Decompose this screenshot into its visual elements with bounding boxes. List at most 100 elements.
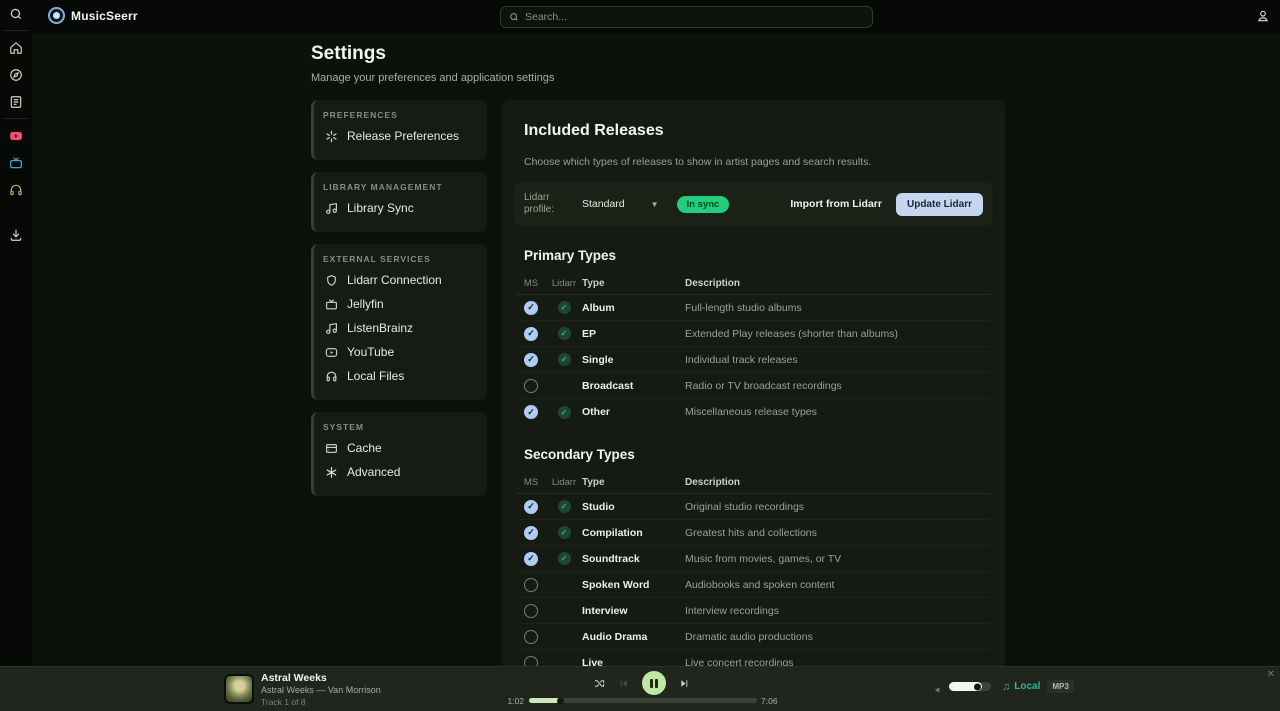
library-icon[interactable] [0,88,32,115]
ms-checkbox[interactable] [524,379,538,393]
panel-title: Included Releases [524,122,993,140]
logo-icon [48,7,65,24]
user-icon[interactable] [1256,9,1270,28]
app-logo[interactable]: MusicSeerr [48,7,138,24]
ms-checkbox[interactable]: ✓ [524,405,538,419]
table-row: Interview Interview recordings [516,598,991,624]
search-bar[interactable] [500,6,873,28]
secondary-types-table: MS Lidarr Type Description ✓ ✓ Studio Or… [516,472,991,666]
update-lidarr-button[interactable]: Update Lidarr [896,193,983,216]
format-badge: MP3 [1047,680,1073,693]
type-label: Studio [582,501,685,513]
tv-icon[interactable] [0,149,32,176]
settings-nav-item-local-files[interactable]: Local Files [323,364,475,388]
download-icon[interactable] [0,221,32,248]
type-description: Dramatic audio productions [685,631,991,643]
search-input[interactable] [525,11,864,23]
asterisk-icon [325,466,338,479]
youtube-icon [325,346,338,359]
tv-icon [325,298,338,311]
lidarr-check-icon: ✓ [558,500,571,513]
next-button[interactable] [679,678,690,689]
page-subtitle: Manage your preferences and application … [311,72,1005,84]
column-ms: MS [516,477,546,488]
music-note-icon [325,322,338,335]
rail-divider [3,118,29,119]
volume-slider[interactable] [949,682,991,691]
settings-nav-item-cache[interactable]: Cache [323,436,475,460]
column-type: Type [582,477,685,488]
volume-icon[interactable] [934,682,944,700]
shuffle-icon[interactable] [594,678,605,689]
profile-value: Standard [582,198,625,210]
included-releases-panel: Included Releases Choose which types of … [502,100,1005,666]
type-description: Individual track releases [685,354,991,366]
type-description: Live concert recordings [685,657,991,666]
table-row: ✓ ✓ Studio Original studio recordings [516,494,991,520]
progress-bar[interactable] [529,698,757,703]
ms-checkbox[interactable]: ✓ [524,500,538,514]
type-label: Compilation [582,527,685,539]
type-description: Interview recordings [685,605,991,617]
import-from-lidarr-button[interactable]: Import from Lidarr [790,198,882,210]
hard-drive-icon [325,442,338,455]
search-icon [509,12,519,22]
table-row: Live Live concert recordings [516,650,991,666]
table-row: ✓ ✓ EP Extended Play releases (shorter t… [516,321,991,347]
settings-nav-item-lidarr-connection[interactable]: Lidarr Connection [323,268,475,292]
total-time: 7:06 [761,696,778,706]
type-description: Audiobooks and spoken content [685,579,991,591]
play-pause-button[interactable] [642,671,666,695]
home-icon[interactable] [0,34,32,61]
icon-rail [0,0,32,666]
settings-nav-group: LIBRARY MANAGEMENT Library Sync [311,172,487,232]
type-description: Full-length studio albums [685,302,991,314]
headphones-icon [325,370,338,383]
column-description: Description [685,477,991,488]
track-position: Track 1 of 8 [261,697,381,707]
table-row: ✓ ✓ Album Full-length studio albums [516,295,991,321]
ms-checkbox[interactable] [524,604,538,618]
type-description: Music from movies, games, or TV [685,553,991,565]
settings-nav-group: SYSTEM Cache Advanced [311,412,487,496]
compass-icon[interactable] [0,61,32,88]
settings-nav-item-youtube[interactable]: YouTube [323,340,475,364]
settings-nav-item-release-preferences[interactable]: Release Preferences [323,124,475,148]
ms-checkbox[interactable]: ✓ [524,301,538,315]
profile-select[interactable]: Standard ▼ [576,194,665,214]
ms-checkbox[interactable]: ✓ [524,526,538,540]
table-header: MS Lidarr Type Description [516,273,991,295]
primary-types-title: Primary Types [524,248,993,263]
search-icon[interactable] [0,0,32,27]
type-description: Greatest hits and collections [685,527,991,539]
ms-checkbox[interactable] [524,630,538,644]
shield-icon [325,274,338,287]
table-row: ✓ ✓ Single Individual track releases [516,347,991,373]
ms-checkbox[interactable]: ✓ [524,552,538,566]
table-row: Spoken Word Audiobooks and spoken conten… [516,572,991,598]
ms-checkbox[interactable] [524,656,538,666]
settings-nav-item-advanced[interactable]: Advanced [323,460,475,484]
youtube-icon[interactable] [0,122,32,149]
settings-nav-group: PREFERENCES Release Preferences [311,100,487,160]
settings-nav-group: EXTERNAL SERVICES Lidarr Connection Jell… [311,244,487,400]
ms-checkbox[interactable]: ✓ [524,353,538,367]
type-label: Other [582,406,685,418]
previous-button[interactable] [618,678,629,689]
settings-nav-item-library-sync[interactable]: Library Sync [323,196,475,220]
type-label: Interview [582,605,685,617]
settings-nav-item-listenbrainz[interactable]: ListenBrainz [323,316,475,340]
column-lidarr: Lidarr [546,278,582,289]
settings-nav-item-jellyfin[interactable]: Jellyfin [323,292,475,316]
type-description: Extended Play releases (shorter than alb… [685,328,991,340]
headphones-icon[interactable] [0,176,32,203]
close-player-icon[interactable]: ✕ [1267,670,1275,680]
secondary-types-title: Secondary Types [524,447,993,462]
table-row: Audio Drama Dramatic audio productions [516,624,991,650]
album-art[interactable] [224,674,254,704]
ms-checkbox[interactable]: ✓ [524,327,538,341]
ms-checkbox[interactable] [524,578,538,592]
type-label: Soundtrack [582,553,685,565]
table-row: ✓ ✓ Other Miscellaneous release types [516,399,991,425]
type-label: Broadcast [582,380,685,392]
